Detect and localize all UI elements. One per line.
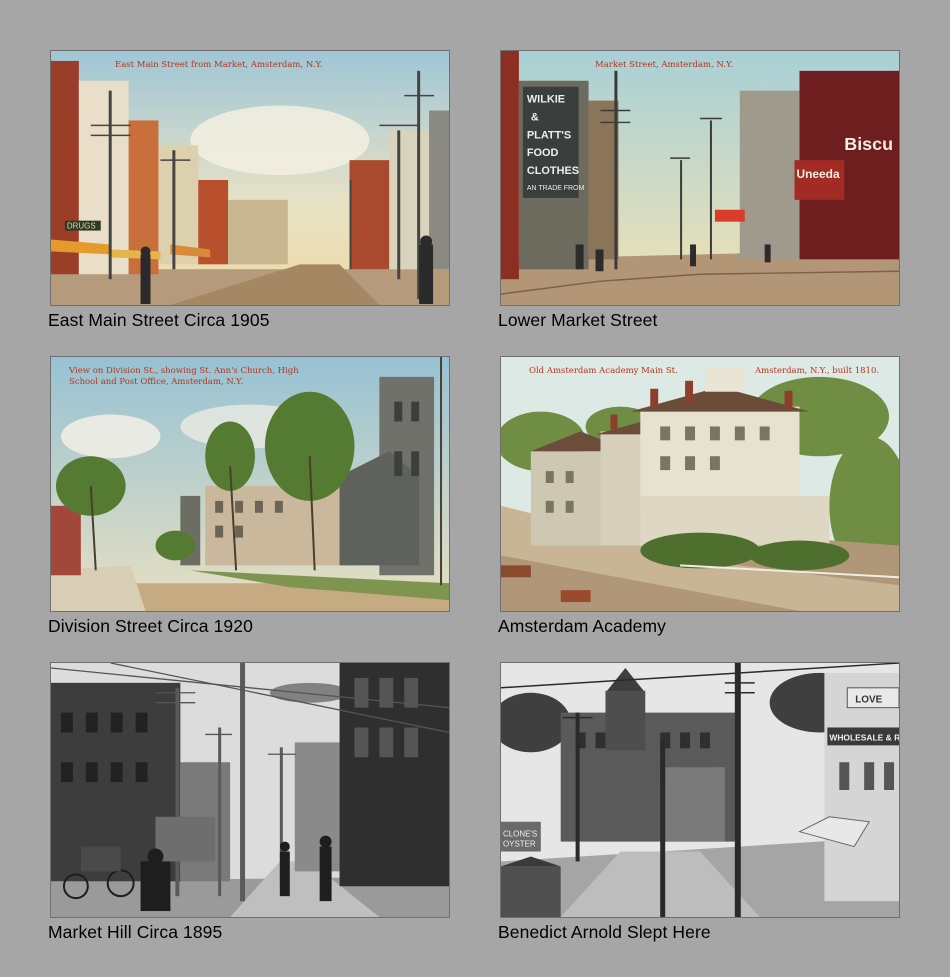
postcard-east-main-street: DRUGS East Main Street from Market, Amst… <box>48 50 450 330</box>
love-sign-text: LOVE <box>855 695 882 706</box>
drugs-sign-text: DRUGS <box>67 222 96 231</box>
postcard-inset-title: East Main Street from Market, Amsterdam,… <box>115 60 323 70</box>
caption-division-street: Division Street Circa 1920 <box>48 616 253 636</box>
photo-lower-market-street: WILKIE & PLATT'S FOOD CLOTHES AN TRADE F… <box>500 50 900 306</box>
caption-benedict-arnold: Benedict Arnold Slept Here <box>498 922 711 942</box>
postcard-inset-title: View on Division St., showing St. Ann's … <box>69 366 299 387</box>
postcard-benedict-arnold: CLONE'S OYSTER WHOLESALE & RETAIL LOVE B… <box>498 662 900 942</box>
svg-text:CLONE'S: CLONE'S <box>503 830 537 839</box>
postcard-inset-title-right: Amsterdam, N.Y., built 1810. <box>755 366 880 376</box>
photo-east-main-street: DRUGS East Main Street from Market, Amst… <box>50 50 450 306</box>
postcard-inset-title-left: Old Amsterdam Academy Main St. <box>529 366 678 376</box>
postcard-amsterdam-academy: Old Amsterdam Academy Main St. Amsterdam… <box>498 356 900 636</box>
photo-market-hill <box>50 662 450 918</box>
postcard-market-hill: Market Hill Circa 1895 <box>48 662 450 942</box>
svg-text:&: & <box>531 111 539 123</box>
svg-text:Biscu: Biscu <box>844 134 893 154</box>
postcard-division-street: View on Division St., showing St. Ann's … <box>48 356 450 636</box>
postcard-inset-title: Market Street, Amsterdam, N.Y. <box>595 60 734 70</box>
svg-text:PLATT'S: PLATT'S <box>527 129 571 141</box>
wilkie-platt-sign: WILKIE <box>527 94 565 106</box>
wholesale-retail-text: WHOLESALE & RETAIL <box>829 732 899 742</box>
caption-east-main-street: East Main Street Circa 1905 <box>48 310 270 330</box>
caption-lower-market-street: Lower Market Street <box>498 310 658 330</box>
svg-text:CLOTHES: CLOTHES <box>527 165 579 177</box>
photo-benedict-arnold: CLONE'S OYSTER WHOLESALE & RETAIL LOVE <box>500 662 900 918</box>
postcard-lower-market-street: WILKIE & PLATT'S FOOD CLOTHES AN TRADE F… <box>498 50 900 330</box>
caption-market-hill: Market Hill Circa 1895 <box>48 922 223 942</box>
svg-text:Uneeda: Uneeda <box>797 167 840 181</box>
svg-text:OYSTER: OYSTER <box>503 840 536 849</box>
caption-amsterdam-academy: Amsterdam Academy <box>498 616 667 636</box>
photo-amsterdam-academy: Old Amsterdam Academy Main St. Amsterdam… <box>500 356 900 612</box>
svg-text:FOOD: FOOD <box>527 147 559 159</box>
photo-division-street: View on Division St., showing St. Ann's … <box>50 356 450 612</box>
svg-text:AN TRADE FROM: AN TRADE FROM <box>527 185 585 192</box>
